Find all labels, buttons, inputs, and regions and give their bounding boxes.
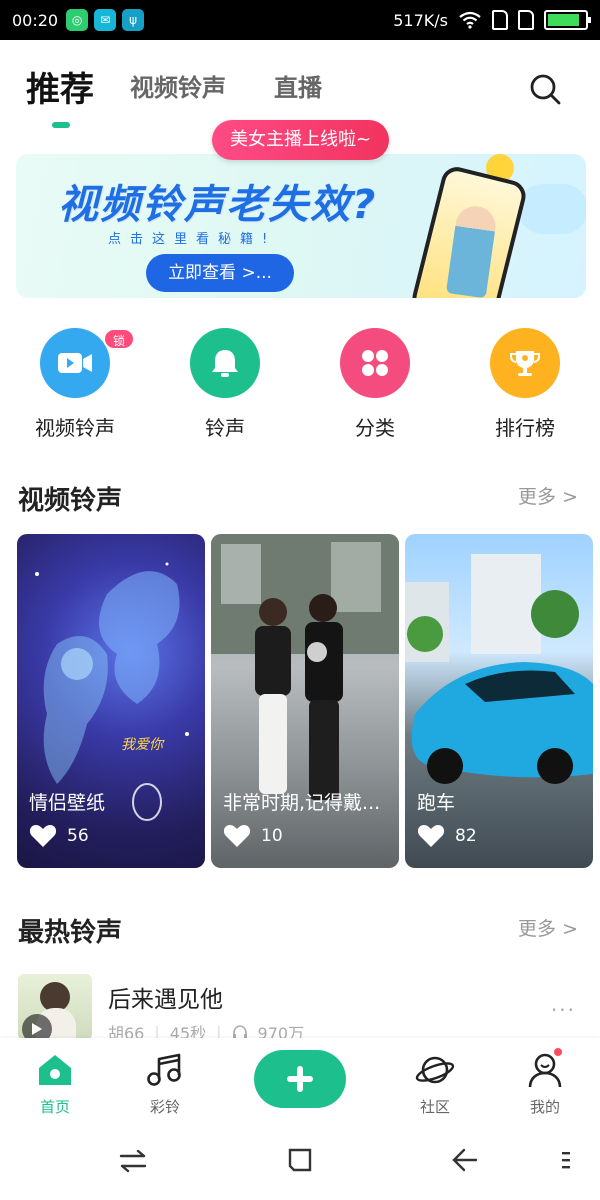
active-tab-indicator <box>52 122 70 128</box>
banner-subtitle: 点击这里看秘籍! <box>108 232 277 247</box>
card-likes: 82 <box>417 824 477 848</box>
status-bar: 00:20 ◎ ✉ ψ 517K/s <box>0 0 600 40</box>
card-title: 跑车 <box>417 792 456 814</box>
video-card[interactable]: 我爱你 情侣壁纸 56 <box>17 534 205 868</box>
video-section-more-link[interactable]: 更多 > <box>518 482 578 509</box>
search-icon[interactable] <box>528 72 562 106</box>
bottom-nav: 首页 彩铃 社区 我的 <box>0 1038 600 1128</box>
like-count: 82 <box>455 826 477 846</box>
banner-view-button[interactable]: 立即查看 >... <box>146 254 294 292</box>
nav-ringtone[interactable]: 彩铃 <box>120 1052 210 1117</box>
video-camera-icon <box>40 328 110 398</box>
battery-icon <box>544 10 591 30</box>
heart-icon <box>417 825 445 847</box>
hot-section-title: 最热铃声 <box>18 918 123 948</box>
quick-category[interactable]: 分类 <box>315 322 435 441</box>
more-options-icon[interactable]: ··· <box>551 998 576 1022</box>
network-speed: 517K/s <box>393 10 448 30</box>
home-square-icon[interactable] <box>286 1146 314 1174</box>
add-button[interactable] <box>254 1050 346 1108</box>
nav-label: 彩铃 <box>149 1098 180 1116</box>
nav-label: 我的 <box>529 1098 560 1116</box>
card-title: 非常时期,记得戴... <box>223 792 381 814</box>
play-icon[interactable] <box>22 1014 52 1040</box>
card-title: 情侣壁纸 <box>29 792 106 814</box>
sim2-icon <box>518 10 534 30</box>
lockscreen-wallpaper-badge: 锁屏壁纸 <box>103 328 135 414</box>
nav-home[interactable]: 首页 <box>10 1052 100 1117</box>
plus-icon <box>287 1066 313 1092</box>
status-right: 517K/s <box>393 10 591 30</box>
back-icon[interactable] <box>450 1146 480 1174</box>
nav-label: 社区 <box>419 1098 450 1116</box>
promo-banner[interactable]: 视频铃声老失效? 点击这里看秘籍! 立即查看 >... <box>16 154 586 298</box>
trophy-icon <box>490 328 560 398</box>
sim1-icon <box>492 10 508 30</box>
message-app-icon: ✉ <box>94 9 117 31</box>
song-cover <box>18 974 92 1040</box>
video-card-list: 我爱你 情侣壁纸 56 非常时期,记得戴... 10 跑车 82 <box>0 534 600 870</box>
sports-car-photo <box>405 554 593 784</box>
card-overlay-text: 我爱你 <box>121 737 163 753</box>
card-likes: 56 <box>29 824 89 848</box>
quick-video-ringtone[interactable]: 锁屏壁纸 视频铃声 <box>15 322 135 441</box>
nav-community[interactable]: 社区 <box>390 1052 480 1117</box>
bell-icon <box>190 328 260 398</box>
card-likes: 10 <box>223 824 283 848</box>
home-icon <box>39 1055 71 1085</box>
wifi-icon <box>459 11 481 29</box>
wechat-app-icon: ◎ <box>66 9 89 31</box>
live-host-tooltip[interactable]: 美女主播上线啦~ <box>212 120 390 160</box>
top-tab-bar: 推荐 视频铃声 直播 <box>0 40 600 130</box>
grid-icon <box>340 328 410 398</box>
nav-label: 首页 <box>39 1098 70 1116</box>
like-count: 10 <box>261 826 283 846</box>
song-row[interactable]: 后来遇见他 胡66 | 45秒 | 970万 ··· <box>0 970 600 1043</box>
system-nav-bar <box>0 1128 600 1200</box>
quick-ringtone[interactable]: 铃声 <box>165 322 285 441</box>
app-screen: 00:20 ◎ ✉ ψ 517K/s 推荐 视频铃声 直播 美女主播上线啦~ 视… <box>0 0 600 1200</box>
notification-dot <box>552 1046 564 1058</box>
headphones-icon <box>232 1025 247 1039</box>
video-card[interactable]: 非常时期,记得戴... 10 <box>211 534 399 868</box>
tab-video-ringtone[interactable]: 视频铃声 <box>130 68 226 103</box>
status-time: 00:20 <box>12 10 59 30</box>
menu-icon[interactable] <box>560 1148 572 1172</box>
switch-apps-icon[interactable] <box>118 1148 148 1174</box>
nav-mine[interactable]: 我的 <box>500 1046 590 1117</box>
tab-live[interactable]: 直播 <box>274 68 322 103</box>
banner-title: 视频铃声老失效? <box>58 182 378 228</box>
music-note-icon <box>147 1053 181 1086</box>
couple-illustration <box>35 562 189 836</box>
usb-icon: ψ <box>122 9 145 31</box>
like-count: 56 <box>67 826 89 846</box>
quick-label: 铃声 <box>205 416 245 440</box>
video-card[interactable]: 跑车 82 <box>405 534 593 868</box>
planet-icon <box>415 1056 455 1084</box>
heart-icon <box>29 825 57 847</box>
video-section-title: 视频铃声 <box>18 486 123 516</box>
quick-label: 视频铃声 <box>35 416 115 440</box>
heart-icon <box>223 825 251 847</box>
banner-cloud-decoration <box>518 184 586 234</box>
quick-links: 锁屏壁纸 视频铃声 铃声 分类 排行榜 <box>0 322 600 452</box>
hot-section-more-link[interactable]: 更多 > <box>518 914 578 941</box>
tab-recommend[interactable]: 推荐 <box>26 62 94 111</box>
quick-label: 排行榜 <box>495 416 555 440</box>
quick-ranking[interactable]: 排行榜 <box>465 322 585 441</box>
street-photo <box>211 534 399 800</box>
quick-label: 分类 <box>355 416 395 440</box>
song-title: 后来遇见他 <box>108 987 223 1013</box>
